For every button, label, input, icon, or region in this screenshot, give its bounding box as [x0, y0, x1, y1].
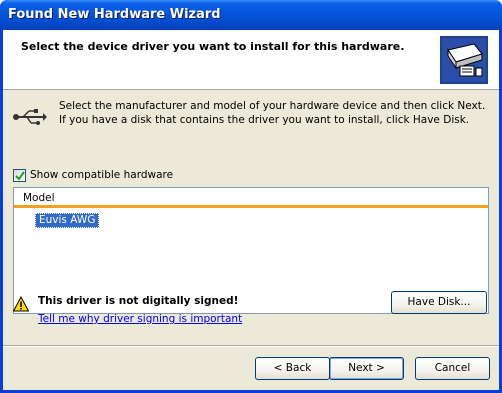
intro-text: Select the manufacturer and model of you…	[59, 100, 486, 126]
show-compatible-label[interactable]: Show compatible hardware	[30, 169, 173, 181]
checkmark-icon	[15, 171, 25, 181]
cancel-button[interactable]: Cancel	[415, 357, 490, 380]
usb-icon	[13, 109, 47, 125]
wizard-client-area: Select the device driver you want to ins…	[3, 30, 499, 390]
warning-icon	[13, 296, 29, 312]
next-button[interactable]: Next >	[329, 357, 404, 380]
hardware-card-icon	[440, 36, 488, 84]
back-button[interactable]: < Back	[255, 357, 330, 380]
model-column-label: Model	[23, 192, 55, 204]
wizard-header: Select the device driver you want to ins…	[3, 30, 499, 90]
page-title: Select the device driver you want to ins…	[21, 40, 405, 53]
list-item-selected[interactable]: Euvis AWG	[35, 213, 100, 228]
window-title: Found New Hardware Wizard	[8, 7, 221, 22]
footer-separator	[3, 345, 499, 347]
title-bar[interactable]: Found New Hardware Wizard	[0, 0, 502, 30]
wizard-window: Found New Hardware Wizard Select the dev…	[0, 0, 502, 393]
have-disk-button[interactable]: Have Disk...	[391, 291, 487, 314]
unsigned-driver-warning: This driver is not digitally signed!	[38, 295, 239, 307]
driver-signing-link[interactable]: Tell me why driver signing is important	[38, 313, 242, 325]
model-column-header[interactable]: Model	[14, 188, 488, 208]
show-compatible-checkbox[interactable]	[13, 169, 26, 182]
